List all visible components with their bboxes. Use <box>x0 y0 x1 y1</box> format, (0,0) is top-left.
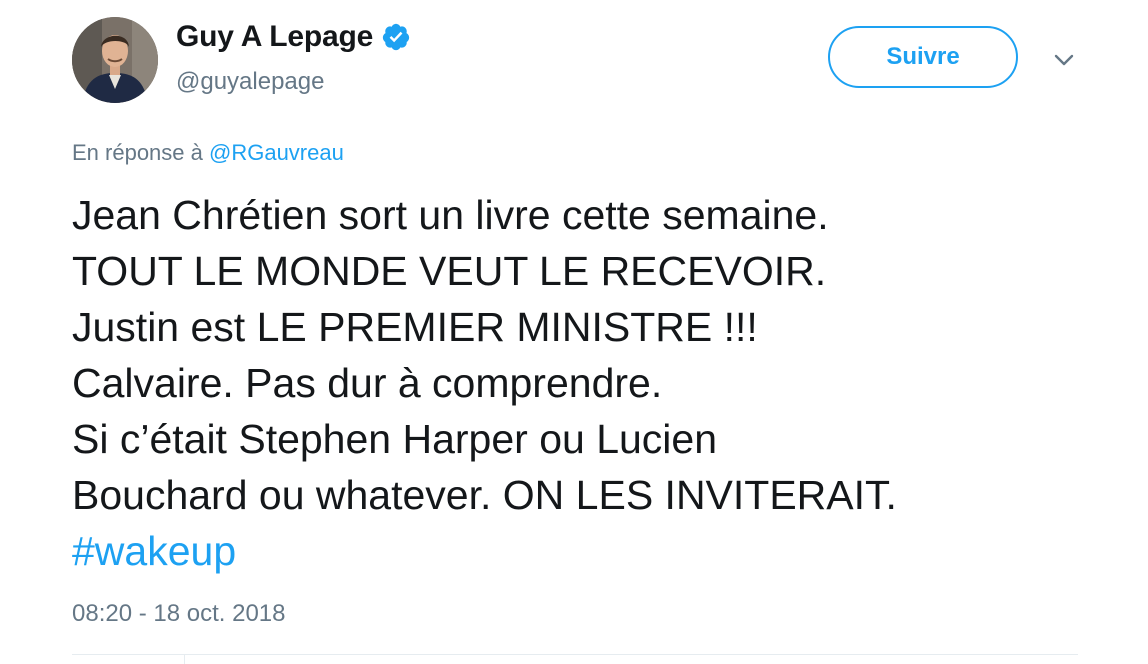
author-name-row: Guy A Lepage <box>176 20 411 54</box>
tweet-line: Bouchard ou whatever. ON LES INVITERAIT. <box>72 472 897 518</box>
tweet-timestamp[interactable]: 08:20 - 18 oct. 2018 <box>72 600 286 628</box>
reply-prefix: En réponse à <box>72 140 203 165</box>
tweet-line: Calvaire. Pas dur à comprendre. <box>72 360 663 406</box>
author-handle[interactable]: @guyalepage <box>176 68 324 96</box>
tweet-text: Jean Chrétien sort un livre cette semain… <box>72 187 1122 579</box>
reply-mention-link[interactable]: @RGauvreau <box>209 140 344 165</box>
tweet-line: Jean Chrétien sort un livre cette semain… <box>72 192 829 238</box>
tweet-line: TOUT LE MONDE VEUT LE RECEVOIR. <box>72 248 827 294</box>
divider <box>184 655 185 664</box>
follow-button[interactable]: Suivre <box>828 26 1018 88</box>
reply-context: En réponse à @RGauvreau <box>72 140 344 166</box>
tweet-line: Si c’était Stephen Harper ou Lucien <box>72 416 718 462</box>
verified-badge-icon <box>382 23 410 51</box>
tweet-line: Justin est LE PREMIER MINISTRE !!! <box>72 304 758 350</box>
divider <box>72 654 1078 655</box>
avatar-photo <box>72 17 158 103</box>
author-display-name[interactable]: Guy A Lepage <box>176 20 373 54</box>
chevron-down-icon[interactable] <box>1050 48 1078 72</box>
avatar[interactable] <box>72 17 158 103</box>
hashtag-link[interactable]: #wakeup <box>72 528 236 574</box>
